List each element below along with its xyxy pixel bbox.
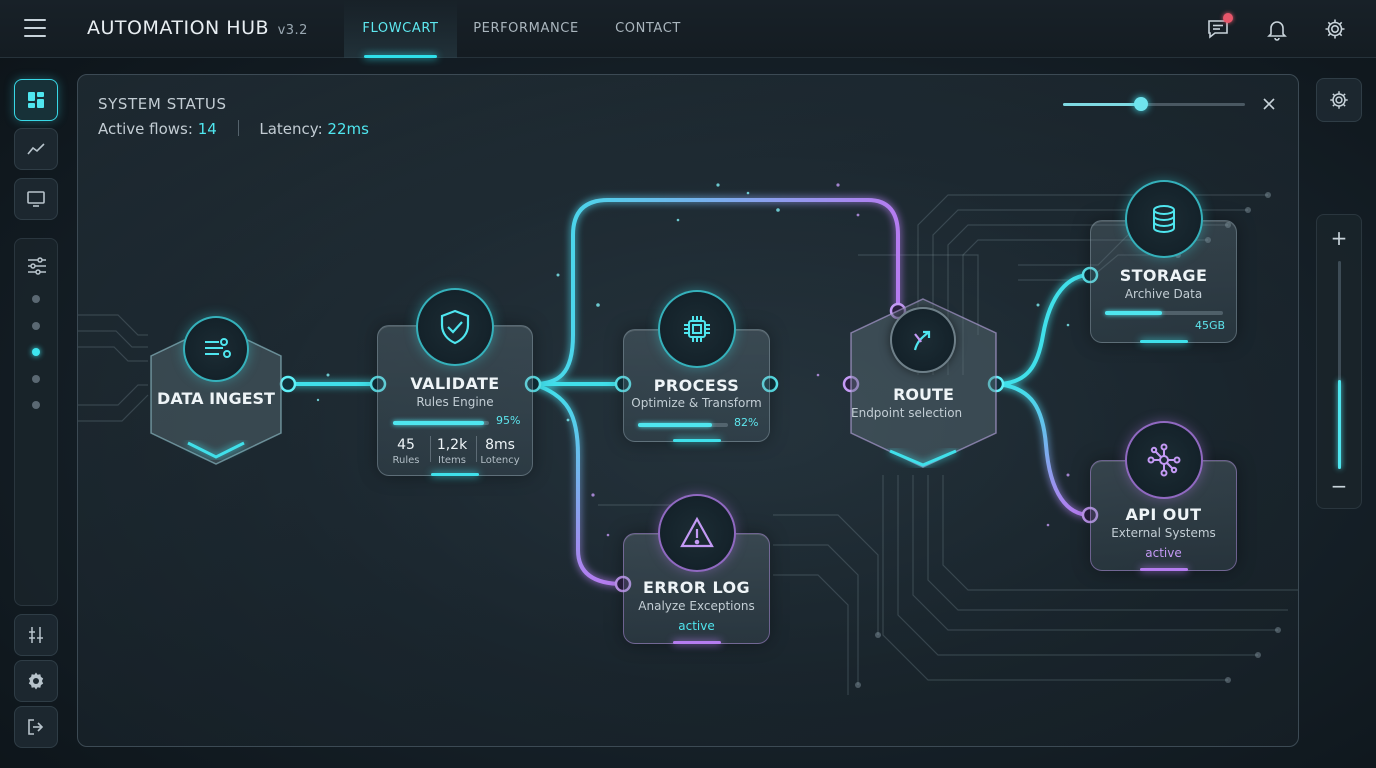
rail-logout-button[interactable] [14, 706, 58, 748]
adjust-icon [29, 627, 43, 643]
stat-divider [476, 436, 477, 462]
process-subtitle: Optimize & Transform [631, 396, 762, 410]
error-log-underglow [672, 641, 721, 644]
rail-analytics-button[interactable] [14, 128, 58, 170]
sliders-icon[interactable] [26, 255, 48, 281]
app-title-text: AUTOMATION HUB [87, 17, 270, 39]
bell-icon[interactable] [1265, 17, 1289, 41]
route-split-icon [913, 330, 931, 351]
zoom-control: + − [1316, 214, 1362, 509]
validate-stat-items-value: 1,2k [436, 437, 468, 453]
database-icon [1153, 205, 1175, 234]
error-log-title: ERROR LOG [642, 578, 751, 597]
validate-title: VALIDATE [410, 374, 500, 393]
validate-subtitle: Rules Engine [416, 395, 494, 409]
process-progress-label: 82% [734, 416, 759, 429]
monitor-icon [27, 191, 45, 207]
zoom-slider-fill [1338, 379, 1341, 469]
latency-label: Latency: [259, 120, 323, 138]
close-icon[interactable] [1260, 95, 1278, 113]
route-subtitle: Endpoint selection [851, 406, 963, 420]
rail-page-dot[interactable] [32, 295, 40, 303]
status-divider [237, 120, 239, 136]
zoom-in-button[interactable]: + [1317, 223, 1361, 253]
canvas-slider-fill [1063, 103, 1142, 106]
validate-stat-items-label: Items [438, 455, 466, 466]
error-log-status: active [678, 619, 715, 633]
cpu-chip-icon [684, 316, 710, 342]
api-out-subtitle: External Systems [1111, 526, 1216, 540]
app-title: AUTOMATION HUB v3.2 [87, 17, 308, 39]
rail-nav-panel [14, 238, 58, 606]
process-title: PROCESS [653, 376, 740, 395]
storage-usage-label: 45GB [1195, 319, 1226, 332]
gear-icon [28, 672, 44, 690]
latency-value: 22ms [327, 120, 369, 138]
app-version: v3.2 [277, 23, 308, 38]
flow-canvas-panel: SYSTEM STATUS Active flows: 14 Latency: … [77, 74, 1299, 747]
validate-underglow [431, 473, 479, 476]
tab-flowcart[interactable]: FLOWCART [344, 0, 457, 58]
rail-page-dot[interactable] [32, 375, 40, 383]
notification-badge [1223, 13, 1233, 23]
api-out-icon-ring [1125, 421, 1203, 499]
chat-icon[interactable] [1206, 13, 1233, 41]
settings-gear-icon[interactable] [1323, 17, 1347, 41]
active-flows-label: Active flows: [98, 120, 193, 138]
rail-adjust-button[interactable] [14, 614, 58, 656]
storage-underglow [1139, 340, 1188, 343]
error-log-subtitle: Analyze Exceptions [638, 599, 755, 613]
active-flows-value: 14 [197, 120, 217, 138]
validate-icon-ring [416, 288, 494, 366]
line-chart-icon [27, 143, 45, 155]
process-progress-bar [638, 423, 728, 427]
validate-stat-rules-label: Rules [392, 455, 420, 466]
rail-page-dot[interactable] [32, 401, 40, 409]
top-bar: AUTOMATION HUB v3.2 FLOWCART PERFORMANCE… [0, 0, 1376, 58]
process-underglow [672, 439, 721, 442]
api-out-status: active [1145, 546, 1182, 560]
validate-stat-latency-value: 8ms [485, 437, 515, 453]
rail-page-dot[interactable] [32, 322, 40, 330]
tab-contact[interactable]: CONTACT [604, 0, 692, 58]
canvas-slider[interactable] [1063, 97, 1245, 111]
system-status-summary: Active flows: 14 Latency: 22ms [98, 120, 369, 138]
storage-subtitle: Archive Data [1124, 287, 1203, 301]
rail-settings-button[interactable] [14, 660, 58, 702]
data-ingest-icon-ring [183, 316, 249, 382]
data-stream-icon [205, 338, 231, 358]
rail-page-dot-active[interactable] [32, 348, 40, 356]
api-out-title: API OUT [1125, 505, 1202, 524]
system-status-title: SYSTEM STATUS [98, 95, 227, 113]
warning-icon [680, 516, 714, 548]
logout-icon [28, 719, 44, 735]
canvas-settings-button[interactable] [1316, 78, 1362, 122]
tab-performance[interactable]: PERFORMANCE [466, 0, 586, 58]
shield-check-icon [440, 309, 470, 345]
dashboard-icon [28, 92, 44, 108]
error-log-icon-ring [658, 494, 736, 572]
network-icon [1147, 443, 1181, 477]
storage-icon-ring [1125, 180, 1203, 258]
route-icon-ring [890, 307, 956, 373]
zoom-out-button[interactable]: − [1317, 471, 1361, 501]
route-title: ROUTE [893, 385, 954, 404]
validate-progress-label: 95% [496, 414, 521, 427]
api-out-underglow [1139, 568, 1188, 571]
zoom-slider[interactable] [1338, 261, 1341, 469]
storage-title: STORAGE [1119, 266, 1208, 285]
data-ingest-title: DATA INGEST [157, 389, 275, 408]
gear-icon [1330, 91, 1348, 109]
hamburger-icon[interactable] [24, 19, 46, 37]
process-icon-ring [658, 290, 736, 368]
rail-dashboard-button[interactable] [14, 79, 58, 121]
validate-stat-rules-value: 45 [397, 437, 415, 453]
validate-stat-latency-label: Lotency [480, 455, 520, 466]
rail-monitor-button[interactable] [14, 178, 58, 220]
storage-usage-bar [1105, 311, 1223, 315]
validate-progress-bar [393, 421, 489, 425]
